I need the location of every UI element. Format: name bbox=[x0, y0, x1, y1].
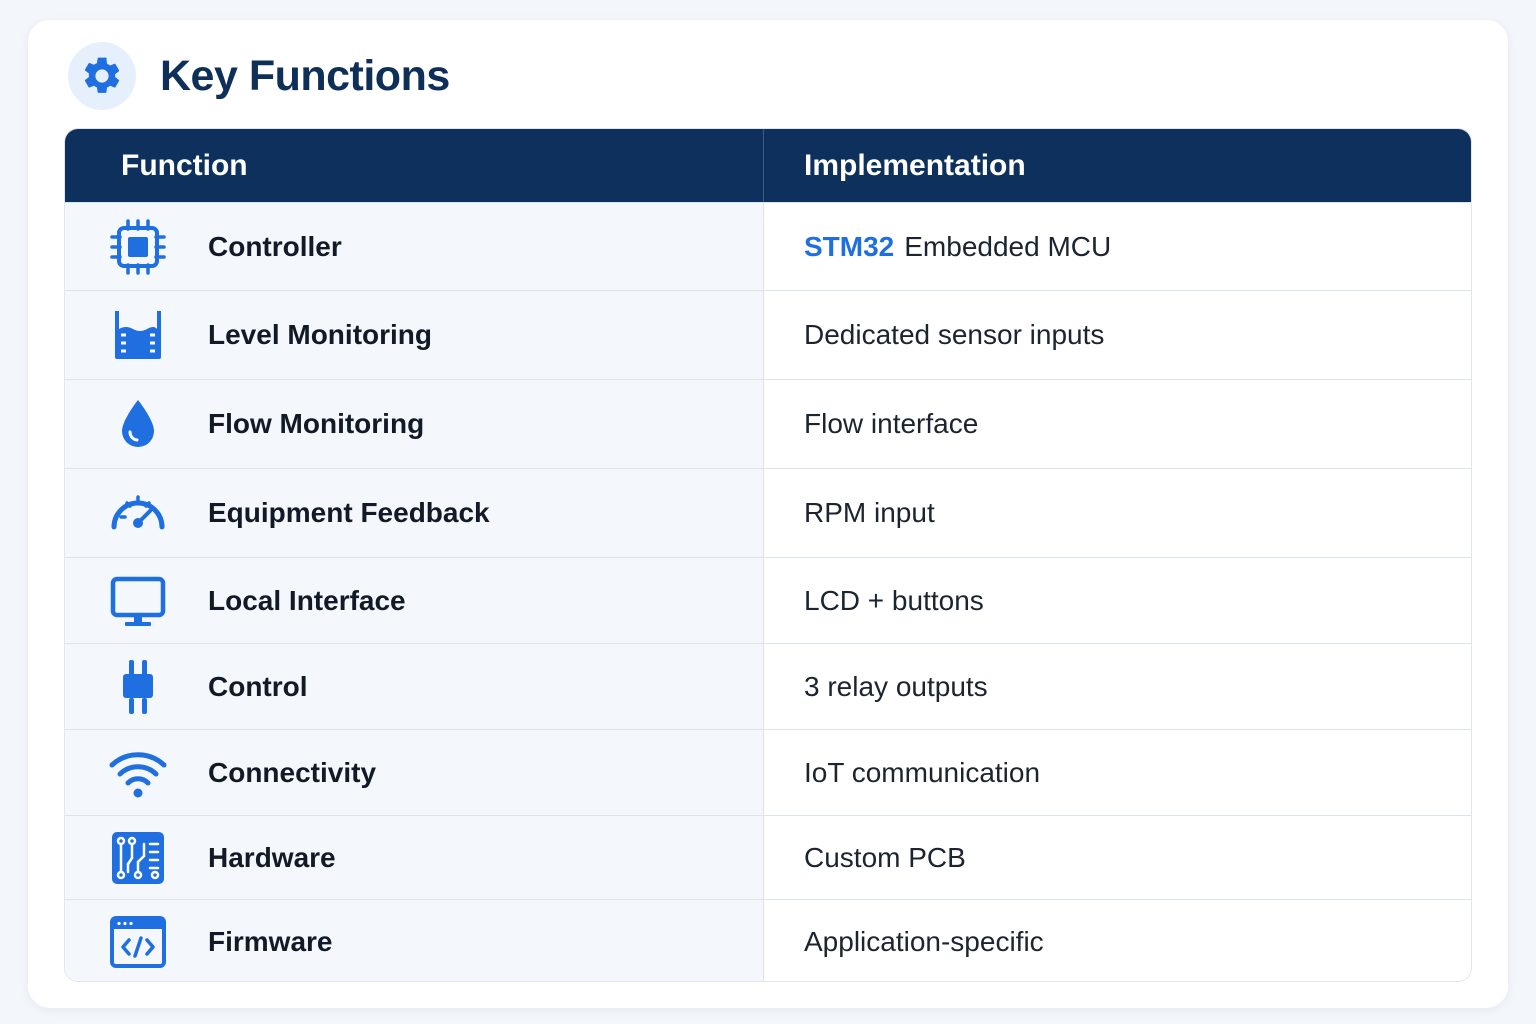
wifi-icon bbox=[108, 743, 168, 803]
table-row: Local Interface LCD + buttons bbox=[65, 557, 1471, 643]
table-row: Control 3 relay outputs bbox=[65, 643, 1471, 729]
implementation-cell: LCD + buttons bbox=[764, 558, 1471, 643]
function-cell: Controller bbox=[65, 203, 764, 290]
function-cell: Local Interface bbox=[65, 558, 764, 643]
column-header-implementation: Implementation bbox=[804, 148, 1026, 182]
function-label: Controller bbox=[208, 230, 342, 262]
microchip-icon bbox=[108, 217, 168, 277]
gauge-icon bbox=[108, 483, 168, 543]
circuit-board-icon bbox=[108, 828, 168, 888]
implementation-cell: 3 relay outputs bbox=[764, 644, 1471, 729]
implementation-cell: Custom PCB bbox=[764, 816, 1471, 899]
implementation-text: Embedded MCU bbox=[904, 230, 1112, 262]
table-row: Level Monitoring Dedicated sensor inputs bbox=[65, 290, 1471, 379]
function-label: Flow Monitoring bbox=[208, 408, 425, 439]
function-cell: Level Monitoring bbox=[65, 291, 764, 379]
page-title: Key Functions bbox=[160, 51, 450, 100]
table-header: Function Implementation bbox=[65, 129, 1471, 202]
function-cell: Control bbox=[65, 644, 764, 729]
function-label: Local Interface bbox=[208, 584, 406, 616]
key-functions-card: Key Functions Function Implementation Co… bbox=[28, 20, 1508, 1008]
implementation-cell: IoT communication bbox=[764, 730, 1471, 815]
function-cell: Hardware bbox=[65, 816, 764, 899]
implementation-cell: Flow interface bbox=[764, 380, 1471, 468]
function-label: Hardware bbox=[208, 841, 336, 873]
implementation-cell: Application-specific bbox=[764, 900, 1471, 981]
function-cell: Firmware bbox=[65, 900, 764, 981]
function-label: Firmware bbox=[208, 925, 333, 957]
column-header-function: Function bbox=[65, 129, 764, 202]
function-label: Connectivity bbox=[208, 756, 377, 788]
function-label: Equipment Feedback bbox=[208, 497, 490, 528]
implementation-highlight: STM32 bbox=[804, 230, 895, 262]
gear-icon bbox=[68, 42, 136, 110]
water-drop-icon bbox=[108, 394, 168, 454]
implementation-cell: RPM input bbox=[764, 469, 1471, 557]
function-label: Control bbox=[208, 670, 308, 702]
table-row: Flow Monitoring Flow interface bbox=[65, 379, 1471, 468]
monitor-icon bbox=[108, 571, 168, 631]
code-window-icon bbox=[108, 912, 168, 972]
tank-level-icon bbox=[108, 305, 168, 365]
function-cell: Flow Monitoring bbox=[65, 380, 764, 468]
function-cell: Connectivity bbox=[65, 730, 764, 815]
table-row: Hardware Custom PCB bbox=[65, 815, 1471, 899]
function-label: Level Monitoring bbox=[208, 319, 432, 350]
implementation-cell: STM32 Embedded MCU bbox=[764, 203, 1471, 290]
plug-icon bbox=[108, 657, 168, 717]
table-row: Equipment Feedback RPM input bbox=[65, 468, 1471, 557]
function-cell: Equipment Feedback bbox=[65, 469, 764, 557]
card-header: Key Functions bbox=[68, 42, 450, 110]
table-row: Firmware Application-specific bbox=[65, 899, 1471, 981]
table-row: Controller STM32 Embedded MCU bbox=[65, 202, 1471, 290]
implementation-cell: Dedicated sensor inputs bbox=[764, 291, 1471, 379]
table-row: Connectivity IoT communication bbox=[65, 729, 1471, 815]
functions-table: Function Implementation Controller STM32… bbox=[64, 128, 1472, 982]
